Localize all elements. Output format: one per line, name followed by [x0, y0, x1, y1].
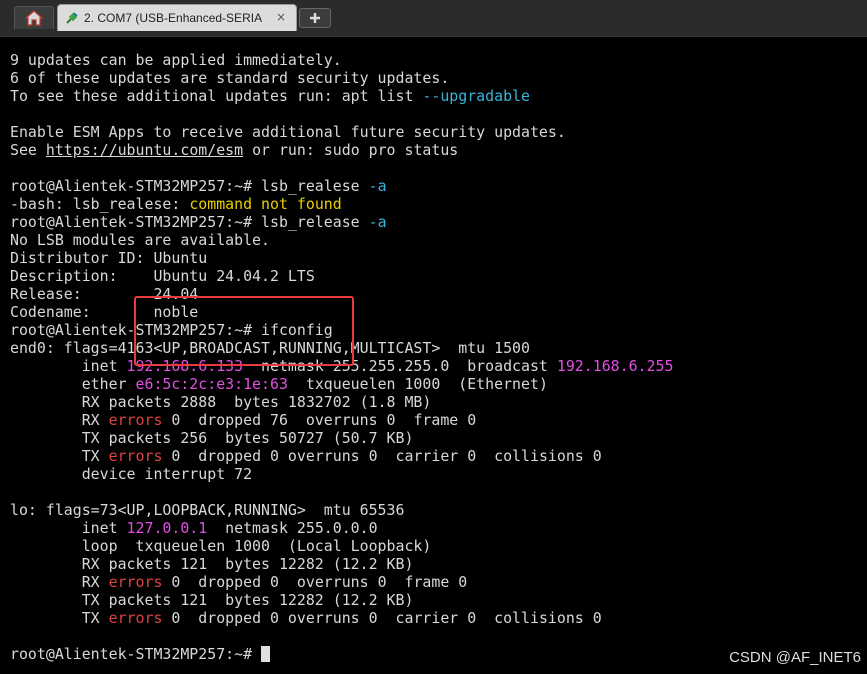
terminal-line: device interrupt 72 [10, 465, 673, 483]
terminal-line: 9 updates can be applied immediately. [10, 51, 673, 69]
close-tab-icon[interactable]: × [274, 10, 288, 24]
terminal-text: 6 of these updates are standard security… [10, 69, 450, 87]
plug-icon [64, 10, 80, 26]
terminal-line: loop txqueuelen 1000 (Local Loopback) [10, 537, 673, 555]
terminal-text: TX packets 121 bytes 12282 (12.2 KB) [10, 591, 414, 609]
terminal-line: -bash: lsb_realese: command not found [10, 195, 673, 213]
terminal-line: root@Alientek-STM32MP257:~# lsb_release … [10, 213, 673, 231]
terminal-text: RX packets 121 bytes 12282 (12.2 KB) [10, 555, 414, 573]
terminal-text: Distributor ID: Ubuntu [10, 249, 208, 267]
terminal-text: Description: Ubuntu 24.04.2 LTS [10, 267, 315, 285]
terminal-text: or run: sudo pro status [243, 141, 459, 159]
terminal-text: TX [10, 447, 109, 465]
new-tab-button[interactable] [299, 8, 331, 28]
terminal-text: Enable ESM Apps to receive additional fu… [10, 123, 566, 141]
terminal-text: e6:5c:2c:e3:1e:63 [135, 375, 288, 393]
terminal-line: inet 127.0.0.1 netmask 255.0.0.0 [10, 519, 673, 537]
terminal-text: root@Alientek-STM32MP257:~# lsb_realese [10, 177, 369, 195]
terminal-area[interactable]: 9 updates can be applied immediately. 6 o… [0, 37, 867, 674]
terminal-line: ether e6:5c:2c:e3:1e:63 txqueuelen 1000 … [10, 375, 673, 393]
terminal-text: -a [368, 213, 387, 231]
terminal-text: inet [10, 519, 127, 537]
terminal-text: --upgradable [422, 87, 530, 105]
terminal-text: loop txqueuelen 1000 (Local Loopback) [10, 537, 432, 555]
terminal-line: root@Alientek-STM32MP257:~# [10, 645, 673, 663]
terminal-text: TX packets 256 bytes 50727 (50.7 KB) [10, 429, 414, 447]
terminal-text: 192.168.6.255 [556, 357, 674, 375]
terminal-text: command not found [189, 195, 342, 213]
terminal-text: 0 dropped 76 overruns 0 frame 0 [162, 411, 477, 429]
terminal-line: See https://ubuntu.com/esm or run: sudo … [10, 141, 673, 159]
terminal-line: To see these additional updates run: apt… [10, 87, 673, 105]
tab-bar: 2. COM7 (USB-Enhanced-SERIAL × [0, 0, 867, 37]
home-tab[interactable] [14, 6, 54, 29]
terminal-text: -bash: lsb_realese: [10, 195, 190, 213]
terminal-line: RX errors 0 dropped 0 overruns 0 frame 0 [10, 573, 673, 591]
terminal-text: -a [368, 177, 387, 195]
terminal-text: errors [108, 609, 163, 627]
highlight-box [134, 296, 354, 366]
terminal-line: RX errors 0 dropped 76 overruns 0 frame … [10, 411, 673, 429]
terminal-text: inet [10, 357, 127, 375]
terminal-text: https://ubuntu.com/esm [45, 141, 244, 159]
terminal-text: RX [10, 573, 109, 591]
terminal-line: 6 of these updates are standard security… [10, 69, 673, 87]
terminal-line: RX packets 2888 bytes 1832702 (1.8 MB) [10, 393, 673, 411]
terminal-text: RX [10, 411, 109, 429]
terminal-text: errors [108, 447, 163, 465]
terminal-text: root@Alientek-STM32MP257:~# lsb_release [10, 213, 369, 231]
tab-title: 2. COM7 (USB-Enhanced-SERIAL [84, 11, 262, 25]
terminal-text: No LSB modules are available. [10, 231, 270, 249]
terminal-text: ether [10, 375, 136, 393]
terminal-text: To see these additional updates run: apt… [10, 87, 423, 105]
terminal-text: TX [10, 609, 109, 627]
terminal-text: 0 dropped 0 overruns 0 carrier 0 collisi… [162, 447, 602, 465]
terminal-line: Distributor ID: Ubuntu [10, 249, 673, 267]
terminal-text: errors [108, 411, 163, 429]
terminal-text: device interrupt 72 [10, 465, 253, 483]
terminal-text: netmask 255.0.0.0 [207, 519, 378, 537]
terminal-line: TX packets 256 bytes 50727 (50.7 KB) [10, 429, 673, 447]
watermark: CSDN @AF_INET6 [729, 649, 861, 666]
terminal-text: 127.0.0.1 [126, 519, 208, 537]
terminal-line: RX packets 121 bytes 12282 (12.2 KB) [10, 555, 673, 573]
terminal-text: errors [108, 573, 163, 591]
terminal-line: No LSB modules are available. [10, 231, 673, 249]
terminal-line: TX errors 0 dropped 0 overruns 0 carrier… [10, 609, 673, 627]
home-icon [25, 10, 43, 26]
tab-session-com7[interactable]: 2. COM7 (USB-Enhanced-SERIAL × [57, 4, 297, 31]
terminal-text: 0 dropped 0 overruns 0 carrier 0 collisi… [162, 609, 602, 627]
terminal-text: RX packets 2888 bytes 1832702 (1.8 MB) [10, 393, 432, 411]
terminal-line: TX errors 0 dropped 0 overruns 0 carrier… [10, 447, 673, 465]
terminal-text: lo: flags=73<UP,LOOPBACK,RUNNING> mtu 65… [10, 501, 405, 519]
terminal-line: TX packets 121 bytes 12282 (12.2 KB) [10, 591, 673, 609]
terminal-line: Enable ESM Apps to receive additional fu… [10, 123, 673, 141]
terminal-line: root@Alientek-STM32MP257:~# lsb_realese … [10, 177, 673, 195]
cursor [261, 646, 271, 662]
terminal-line: lo: flags=73<UP,LOOPBACK,RUNNING> mtu 65… [10, 501, 673, 519]
plus-icon [310, 13, 320, 23]
terminal-text: root@Alientek-STM32MP257:~# [10, 645, 262, 663]
terminal-text: 9 updates can be applied immediately. [10, 51, 342, 69]
terminal-text: txqueuelen 1000 (Ethernet) [287, 375, 548, 393]
terminal-line: Description: Ubuntu 24.04.2 LTS [10, 267, 673, 285]
terminal-text: See [10, 141, 46, 159]
terminal-text: 0 dropped 0 overruns 0 frame 0 [162, 573, 468, 591]
